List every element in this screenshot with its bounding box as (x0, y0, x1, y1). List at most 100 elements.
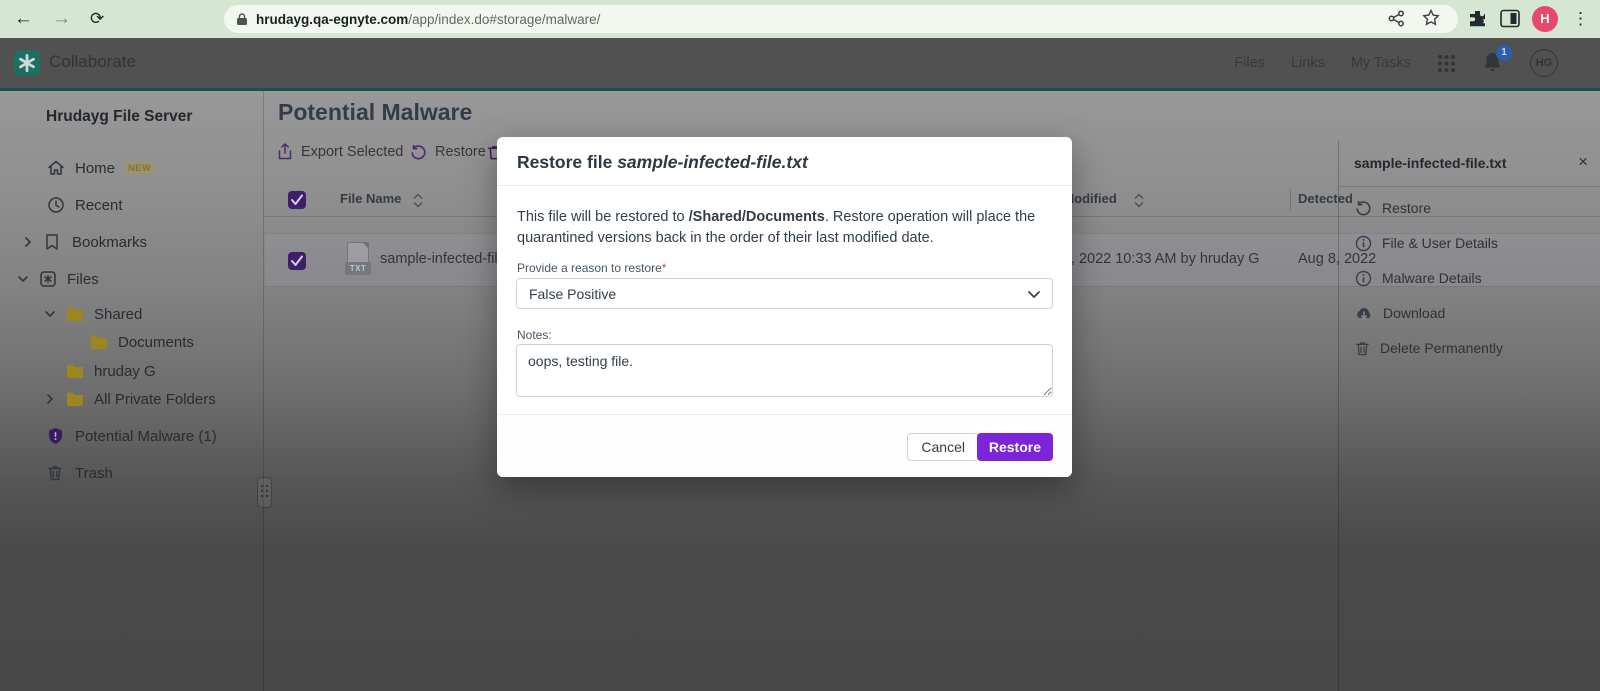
home-icon (47, 159, 66, 177)
nav-links[interactable]: Links (1291, 55, 1325, 71)
lock-icon (236, 13, 248, 26)
user-avatar[interactable]: HG (1530, 49, 1558, 77)
restore-toolbar-button[interactable]: Restore (410, 139, 486, 165)
select-all-checkbox[interactable] (288, 191, 306, 209)
chevron-right-icon[interactable] (44, 393, 58, 405)
notifications-bell-icon[interactable]: 1 (1482, 51, 1504, 75)
browser-menu-icon[interactable]: ⋮ (1572, 6, 1589, 32)
sidebar-item-bookmarks[interactable]: Bookmarks (22, 228, 147, 256)
apps-grid-icon[interactable] (1437, 54, 1456, 73)
info-icon (1355, 235, 1372, 252)
sidebar-label: Documents (118, 334, 194, 351)
reason-select[interactable]: False Positive (516, 278, 1053, 309)
browser-profile-avatar[interactable]: H (1532, 6, 1558, 32)
chevron-right-icon[interactable] (22, 236, 36, 248)
modal-header: Restore file sample-infected-file.txt (497, 137, 1072, 186)
browser-refresh-icon[interactable]: ⟳ (90, 6, 104, 32)
txt-file-icon: TXT (345, 242, 371, 275)
sidebar-label: Recent (75, 197, 123, 214)
malware-shield-icon (47, 427, 66, 445)
header-accent-line (0, 88, 1600, 91)
new-badge: NEW (124, 161, 155, 176)
sidebar-item-hruday-g[interactable]: hruday G (66, 357, 156, 385)
sidebar-label: Shared (94, 306, 142, 323)
sidebar-label: hruday G (94, 363, 156, 380)
reason-selected-value: False Positive (529, 286, 616, 302)
row-checkbox[interactable] (288, 252, 306, 270)
bookmark-icon (44, 233, 63, 251)
browser-forward-icon[interactable]: → (52, 6, 71, 32)
panel-file-title: sample-infected-file.txt (1354, 155, 1506, 171)
sidebar-resize-handle[interactable] (257, 477, 272, 508)
col-header-file-name[interactable]: File Name (340, 191, 401, 206)
egnyte-spark-icon (14, 50, 40, 76)
restore-confirm-button[interactable]: Restore (977, 433, 1053, 461)
chevron-down-icon[interactable] (17, 273, 31, 285)
sidebar-item-all-private-folders[interactable]: All Private Folders (44, 385, 216, 413)
nav-my-tasks[interactable]: My Tasks (1351, 55, 1411, 71)
files-egnyte-icon (39, 270, 58, 288)
sort-icon[interactable] (1133, 192, 1145, 209)
server-title: Hrudayg File Server (46, 108, 192, 126)
reason-label: Provide a reason to restore* (517, 261, 666, 275)
export-selected-label: Export Selected (301, 144, 403, 160)
browser-back-icon[interactable]: ← (14, 6, 33, 32)
sidebar-item-recent[interactable]: Recent (47, 191, 123, 219)
sidebar-label: Files (67, 271, 99, 288)
cloud-download-icon (1355, 306, 1373, 321)
extensions-puzzle-icon[interactable] (1468, 9, 1487, 28)
file-type-badge: TXT (345, 262, 371, 275)
sidebar-label: All Private Folders (94, 391, 216, 408)
sidebar-item-trash[interactable]: Trash (47, 459, 113, 487)
notification-badge: 1 (1496, 45, 1512, 61)
notes-input[interactable]: oops, testing file. (516, 344, 1053, 397)
product-name: Collaborate (49, 52, 136, 72)
modal-description: This file will be restored to /Shared/Do… (517, 207, 1055, 250)
bookmark-star-icon[interactable] (1422, 9, 1440, 27)
egnyte-logo[interactable] (14, 50, 40, 76)
side-panel-icon[interactable] (1500, 9, 1520, 28)
folder-icon (66, 363, 85, 379)
clock-icon (47, 196, 66, 214)
panel-item-download[interactable]: Download (1355, 301, 1445, 325)
panel-item-label: Restore (1382, 200, 1431, 216)
panel-item-delete-permanently[interactable]: Delete Permanently (1355, 336, 1503, 360)
sidebar-label: Trash (75, 465, 113, 482)
restore-icon (1355, 200, 1372, 217)
sidebar-item-files[interactable]: Files (17, 265, 99, 293)
cancel-button[interactable]: Cancel (907, 433, 979, 461)
restore-file-modal: Restore file sample-infected-file.txt Th… (497, 137, 1072, 477)
required-asterisk: * (662, 261, 667, 275)
close-icon[interactable]: × (1578, 152, 1588, 172)
panel-item-file-user-details[interactable]: File & User Details (1355, 231, 1498, 255)
panel-item-label: Delete Permanently (1380, 340, 1503, 356)
export-icon (277, 143, 293, 161)
panel-item-label: Download (1383, 305, 1445, 321)
restore-toolbar-label: Restore (435, 144, 486, 160)
sidebar-item-documents[interactable]: Documents (90, 328, 194, 356)
nav-files[interactable]: Files (1234, 55, 1265, 71)
export-selected-button[interactable]: Export Selected (277, 139, 403, 165)
folder-icon (90, 334, 109, 350)
panel-item-malware-details[interactable]: Malware Details (1355, 266, 1482, 290)
panel-item-restore[interactable]: Restore (1355, 196, 1431, 220)
page-title: Potential Malware (278, 99, 472, 126)
app-header: Collaborate Files Links My Tasks 1 HG (0, 38, 1600, 88)
folder-icon (66, 306, 85, 322)
sidebar-label: Potential Malware (1) (75, 428, 217, 445)
sidebar-item-home[interactable]: Home NEW (47, 154, 155, 182)
folder-icon (66, 391, 85, 407)
sidebar-label: Bookmarks (72, 234, 147, 251)
file-actions-panel: sample-infected-file.txt × Restore File … (1338, 140, 1600, 691)
address-bar[interactable]: hrudayg.qa-egnyte.com/app/index.do#stora… (224, 5, 1458, 33)
sort-icon[interactable] (412, 192, 424, 209)
sidebar-item-potential-malware[interactable]: Potential Malware (1) (47, 422, 217, 450)
chevron-down-icon[interactable] (44, 308, 58, 320)
sidebar-label: Home (75, 160, 115, 177)
share-icon[interactable] (1388, 10, 1405, 27)
trash-icon (1355, 340, 1370, 357)
sidebar-item-shared[interactable]: Shared (44, 300, 142, 328)
column-divider (1290, 190, 1291, 210)
restore-icon (410, 144, 427, 161)
modal-title: Restore file sample-infected-file.txt (517, 152, 808, 173)
